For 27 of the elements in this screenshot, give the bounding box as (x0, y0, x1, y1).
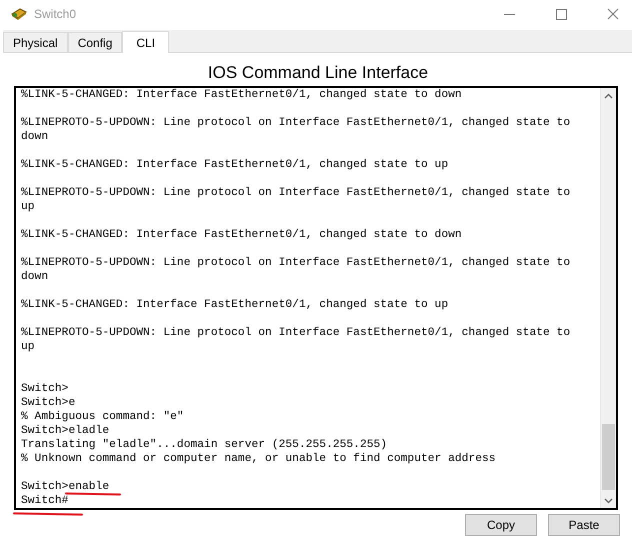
tab[interactable]: Physical (3, 32, 68, 52)
terminal-line: % Unknown command or computer name, or unable to find computer address (21, 452, 496, 466)
terminal-line: Switch# (21, 494, 68, 508)
terminal-line: down (21, 130, 48, 144)
terminal-line: %LINK-5-CHANGED: Interface FastEthernet0/1, changed state to down (21, 228, 462, 242)
terminal-line: Switch>eladle (21, 424, 110, 438)
terminal-line: %LINK-5-CHANGED: Interface FastEthernet0/1, changed state to up (21, 158, 448, 172)
tab[interactable]: Config (68, 32, 122, 52)
terminal-line: Switch>enable (21, 480, 110, 494)
clipboard-button[interactable]: Paste (548, 514, 620, 536)
terminal-line: %LINEPROTO-5-UPDOWN: Line protocol on Interface FastEthernet0/1, changed state to (21, 116, 570, 130)
terminal-line: %LINK-5-CHANGED: Interface FastEthernet0/1, changed state to down (21, 88, 462, 102)
tab[interactable]: CLI (122, 31, 170, 53)
terminal-line: down (21, 270, 48, 284)
terminal-line: Translating "eladle"...domain server (255.255.255.255) (21, 438, 388, 452)
terminal-line: Switch>e (21, 396, 76, 410)
panel-heading: IOS Command Line Interface (206, 63, 430, 83)
terminal-line: %LINEPROTO-5-UPDOWN: Line protocol on Interface FastEthernet0/1, changed state to (21, 256, 570, 270)
terminal-line: %LINEPROTO-5-UPDOWN: Line protocol on Interface FastEthernet0/1, changed state to (21, 186, 570, 200)
terminal-line: Switch> (21, 382, 68, 396)
terminal-line: %LINK-5-CHANGED: Interface FastEthernet0/1, changed state to up (21, 298, 448, 312)
terminal-line: % Ambiguous command: "e" (21, 410, 184, 424)
terminal-line: up (21, 200, 35, 214)
terminal-line: %LINEPROTO-5-UPDOWN: Line protocol on Interface FastEthernet0/1, changed state to (21, 326, 570, 340)
terminal-line: up (21, 340, 35, 354)
clipboard-button[interactable]: Copy (465, 514, 537, 536)
window-title: Switch0 (34, 7, 76, 21)
